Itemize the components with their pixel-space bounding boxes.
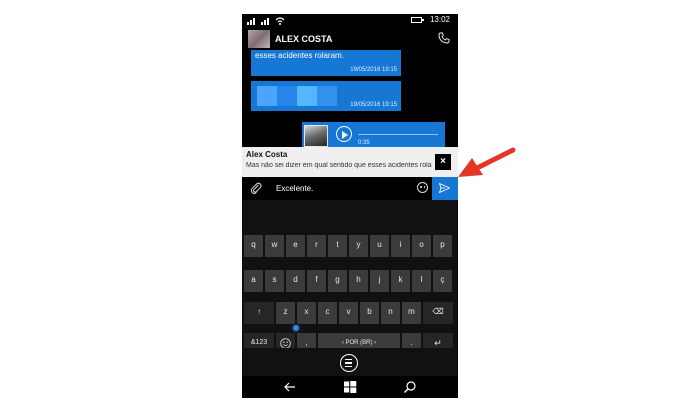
key-r[interactable]: r — [307, 235, 326, 257]
key-w[interactable]: w — [265, 235, 284, 257]
message-text: esses acidentes rolaram. — [255, 51, 344, 60]
audio-progress-track[interactable] — [358, 134, 438, 135]
message-timestamp: 19/05/2016 19:15 — [350, 102, 397, 108]
backspace-key[interactable]: ⌫ — [423, 302, 453, 324]
audio-thumbnail — [304, 125, 328, 147]
navigation-bar — [242, 376, 458, 398]
reply-preview: Alex Costa Mas não sei dizer em qual sen… — [242, 147, 458, 177]
key-k[interactable]: k — [391, 270, 410, 292]
message-bubble[interactable]: 19/05/2016 19:15 — [251, 81, 401, 111]
windows-icon[interactable] — [342, 379, 358, 395]
signal-icon — [261, 18, 269, 25]
message-timestamp: 19/05/2016 19:15 — [350, 67, 397, 73]
keyboard-toolbar — [242, 348, 458, 378]
key-l[interactable]: l — [412, 270, 431, 292]
wifi-icon — [275, 17, 285, 25]
message-composer — [242, 177, 458, 200]
key-g[interactable]: g — [328, 270, 347, 292]
key-m[interactable]: m — [402, 302, 421, 324]
message-input[interactable] — [276, 182, 416, 194]
red-arrow-icon — [458, 147, 516, 177]
contact-avatar[interactable] — [248, 30, 270, 48]
shift-key[interactable]: ↑ — [244, 302, 274, 324]
key-t[interactable]: t — [328, 235, 347, 257]
play-icon[interactable] — [336, 126, 352, 142]
key-y[interactable]: y — [349, 235, 368, 257]
signal-icon — [247, 18, 255, 25]
back-arrow-icon[interactable] — [282, 379, 298, 395]
key-c[interactable]: c — [318, 302, 337, 324]
key-e[interactable]: e — [286, 235, 305, 257]
audio-message[interactable]: 0:35 — [302, 122, 445, 150]
send-icon — [439, 183, 450, 193]
key-v[interactable]: v — [339, 302, 358, 324]
key-j[interactable]: j — [370, 270, 389, 292]
status-bar: 13:02 — [242, 14, 458, 27]
search-icon[interactable] — [402, 379, 418, 395]
phone-icon[interactable] — [438, 32, 450, 44]
key-x[interactable]: x — [297, 302, 316, 324]
blurred-message-content — [257, 86, 337, 106]
key-q[interactable]: q — [244, 235, 263, 257]
phone-screen: 13:02 ALEX COSTA esses acidentes rolaram… — [242, 14, 458, 398]
reply-author: Alex Costa — [246, 150, 288, 159]
paperclip-icon[interactable] — [250, 181, 262, 195]
key-c-cedilla[interactable]: ç — [433, 270, 452, 292]
key-p[interactable]: p — [433, 235, 452, 257]
contact-name[interactable]: ALEX COSTA — [275, 34, 332, 44]
on-screen-keyboard: q w e r t y u i o p a s d f g h j k l ç … — [242, 200, 458, 378]
key-i[interactable]: i — [391, 235, 410, 257]
keyboard-menu-icon[interactable] — [340, 354, 358, 372]
audio-duration: 0:35 — [358, 140, 370, 146]
close-icon[interactable]: × — [435, 154, 451, 170]
message-bubble[interactable]: esses acidentes rolaram. 19/05/2016 19:1… — [251, 50, 401, 76]
key-z[interactable]: z — [276, 302, 295, 324]
key-b[interactable]: b — [360, 302, 379, 324]
cursor-control[interactable] — [291, 323, 301, 333]
key-n[interactable]: n — [381, 302, 400, 324]
key-s[interactable]: s — [265, 270, 284, 292]
key-o[interactable]: o — [412, 235, 431, 257]
key-u[interactable]: u — [370, 235, 389, 257]
reply-quoted-text: Mas não sei dizer em qual sentido que es… — [246, 162, 432, 169]
smiley-icon[interactable] — [417, 182, 428, 193]
key-d[interactable]: d — [286, 270, 305, 292]
status-time: 13:02 — [429, 15, 450, 24]
key-h[interactable]: h — [349, 270, 368, 292]
key-f[interactable]: f — [307, 270, 326, 292]
battery-icon — [411, 17, 424, 23]
key-a[interactable]: a — [244, 270, 263, 292]
chat-header: ALEX COSTA — [242, 27, 458, 49]
